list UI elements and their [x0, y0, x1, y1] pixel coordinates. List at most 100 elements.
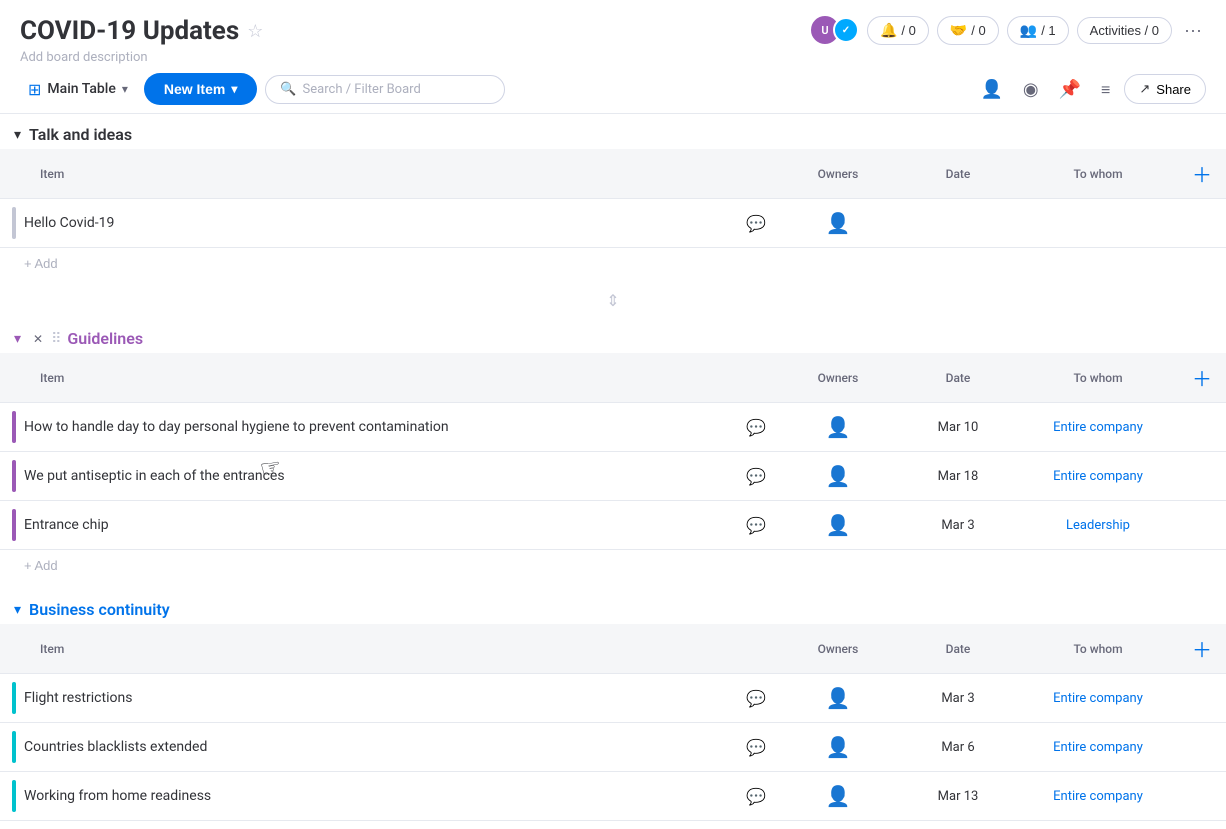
to-whom-badge[interactable]: Entire company [1053, 789, 1143, 804]
owner-placeholder-icon: 👤 [826, 513, 851, 537]
members-count: / 1 [1041, 23, 1055, 38]
owners-cell: 👤 [778, 199, 898, 248]
person-filter-button[interactable]: 👤 [974, 75, 1008, 104]
share-label: Share [1156, 82, 1191, 97]
pin-button[interactable]: 📌 [1053, 75, 1087, 104]
chat-icon[interactable]: 💬 [746, 214, 766, 233]
grid-icon: ⊞ [28, 80, 41, 99]
person-icon: 👤 [980, 79, 1002, 99]
to-whom-badge[interactable]: Leadership [1066, 518, 1130, 533]
board-description[interactable]: Add board description [20, 50, 1206, 65]
add-column-button-1[interactable]: ＋ [1190, 157, 1214, 190]
to-whom-badge[interactable]: Entire company [1053, 420, 1143, 435]
col-header-date-1: Date [898, 149, 1018, 199]
reactions-count: / 0 [901, 23, 915, 38]
to-whom-badge[interactable]: Entire company [1053, 691, 1143, 706]
table-row: We put antiseptic in each of the entranc… [0, 452, 1226, 501]
group-title-business-continuity[interactable]: Business continuity [29, 600, 170, 619]
invite-icon: 🤝 [950, 22, 967, 39]
row-bar [12, 780, 16, 812]
activities-label: Activities / 0 [1090, 23, 1159, 38]
row-name-text: Hello Covid-19 [24, 215, 114, 231]
col-header-owners-3: Owners [778, 624, 898, 674]
col-header-add-2[interactable]: ＋ [1178, 353, 1226, 403]
col-header-name-3: Item [0, 624, 778, 674]
more-options-button[interactable]: ··· [1180, 16, 1206, 45]
cell-name: Entrance chip 💬 [0, 501, 778, 550]
row-bar [12, 731, 16, 763]
owners-cell: 👤 [778, 403, 898, 452]
col-header-add-3[interactable]: ＋ [1178, 624, 1226, 674]
cell-name: Hello Covid-19 💬 [0, 199, 778, 248]
members-icon: 👥 [1020, 22, 1037, 39]
chat-icon[interactable]: 💬 [746, 738, 766, 757]
to-whom-badge[interactable]: Entire company [1053, 740, 1143, 755]
to-whom-cell [1018, 199, 1178, 248]
cell-name: Working from home readiness 💬 [0, 772, 778, 821]
owner-placeholder-icon: 👤 [826, 686, 851, 710]
row-name-text: Flight restrictions [24, 690, 132, 706]
col-header-add-1[interactable]: ＋ [1178, 149, 1226, 199]
view-options-button[interactable]: ◉ [1017, 75, 1045, 104]
date-cell: Mar 3 [898, 674, 1018, 723]
new-item-label: New Item [164, 81, 225, 97]
chat-icon[interactable]: 💬 [746, 516, 766, 535]
to-whom-cell[interactable]: Entire company [1018, 403, 1178, 452]
chat-icon[interactable]: 💬 [746, 467, 766, 486]
new-item-button[interactable]: New Item ▾ [144, 73, 258, 105]
row-bar [12, 682, 16, 714]
group-toggle-guidelines[interactable]: ▾ [12, 328, 23, 349]
add-row-button-1[interactable]: + Add [20, 254, 62, 273]
chevron-down-icon: ▾ [122, 82, 128, 96]
cell-name: Flight restrictions 💬 [0, 674, 778, 723]
members-button[interactable]: 👥 / 1 [1007, 16, 1069, 45]
col-header-date-2: Date [898, 353, 1018, 403]
table-row: Countries blacklists extended 💬 👤 Mar 6 … [0, 723, 1226, 772]
filter-button[interactable]: ≡ [1095, 75, 1116, 104]
row-name-text: Entrance chip [24, 517, 109, 533]
owner-placeholder-icon: 👤 [826, 735, 851, 759]
avatar-blue: ✓ [833, 17, 859, 43]
owners-cell: 👤 [778, 772, 898, 821]
chat-icon[interactable]: 💬 [746, 689, 766, 708]
activities-button[interactable]: Activities / 0 [1077, 17, 1172, 44]
to-whom-badge[interactable]: Entire company [1053, 469, 1143, 484]
group-guidelines: ▾ ✕ ⠿ Guidelines Item Owners Date To who… [0, 318, 1226, 581]
group-title-talk-and-ideas[interactable]: Talk and ideas [29, 125, 132, 144]
group-talk-and-ideas: ▾ Talk and ideas Item Owners Date To who… [0, 114, 1226, 279]
group-title-guidelines[interactable]: Guidelines [67, 329, 143, 348]
to-whom-cell[interactable]: Entire company [1018, 452, 1178, 501]
col-header-name-2: Item [0, 353, 778, 403]
owner-placeholder-icon: 👤 [826, 784, 851, 808]
star-icon[interactable]: ☆ [247, 21, 263, 42]
row-name-text: How to handle day to day personal hygien… [24, 419, 449, 435]
reactions-button[interactable]: 🔔 / 0 [867, 16, 929, 45]
group-toggle-talk-and-ideas[interactable]: ▾ [12, 124, 23, 145]
add-row-button-2[interactable]: + Add [20, 556, 62, 575]
cell-name: We put antiseptic in each of the entranc… [0, 452, 778, 501]
main-table-button[interactable]: ⊞ Main Table ▾ [20, 74, 136, 105]
add-column-button-3[interactable]: ＋ [1190, 632, 1214, 665]
group-close-guidelines[interactable]: ✕ [31, 330, 45, 348]
owners-cell: 👤 [778, 723, 898, 772]
to-whom-cell[interactable]: Entire company [1018, 674, 1178, 723]
chat-icon[interactable]: 💬 [746, 787, 766, 806]
to-whom-cell[interactable]: Entire company [1018, 723, 1178, 772]
date-cell: Mar 18 [898, 452, 1018, 501]
search-bar[interactable]: 🔍 Search / Filter Board [265, 75, 505, 104]
group-toggle-business-continuity[interactable]: ▾ [12, 599, 23, 620]
search-placeholder: Search / Filter Board [303, 82, 421, 97]
row-bar [12, 509, 16, 541]
invite-button[interactable]: 🤝 / 0 [937, 16, 999, 45]
share-button[interactable]: ↗ Share [1124, 74, 1206, 104]
to-whom-cell[interactable]: Entire company [1018, 772, 1178, 821]
group-drag-handle-guidelines[interactable]: ⠿ [51, 331, 61, 347]
to-whom-cell[interactable]: Leadership [1018, 501, 1178, 550]
chat-icon[interactable]: 💬 [746, 418, 766, 437]
col-header-towhom-3: To whom [1018, 624, 1178, 674]
col-header-towhom-2: To whom [1018, 353, 1178, 403]
date-cell [898, 199, 1018, 248]
add-column-button-2[interactable]: ＋ [1190, 361, 1214, 394]
search-icon: 🔍 [280, 82, 296, 97]
pin-icon: 📌 [1059, 79, 1081, 99]
